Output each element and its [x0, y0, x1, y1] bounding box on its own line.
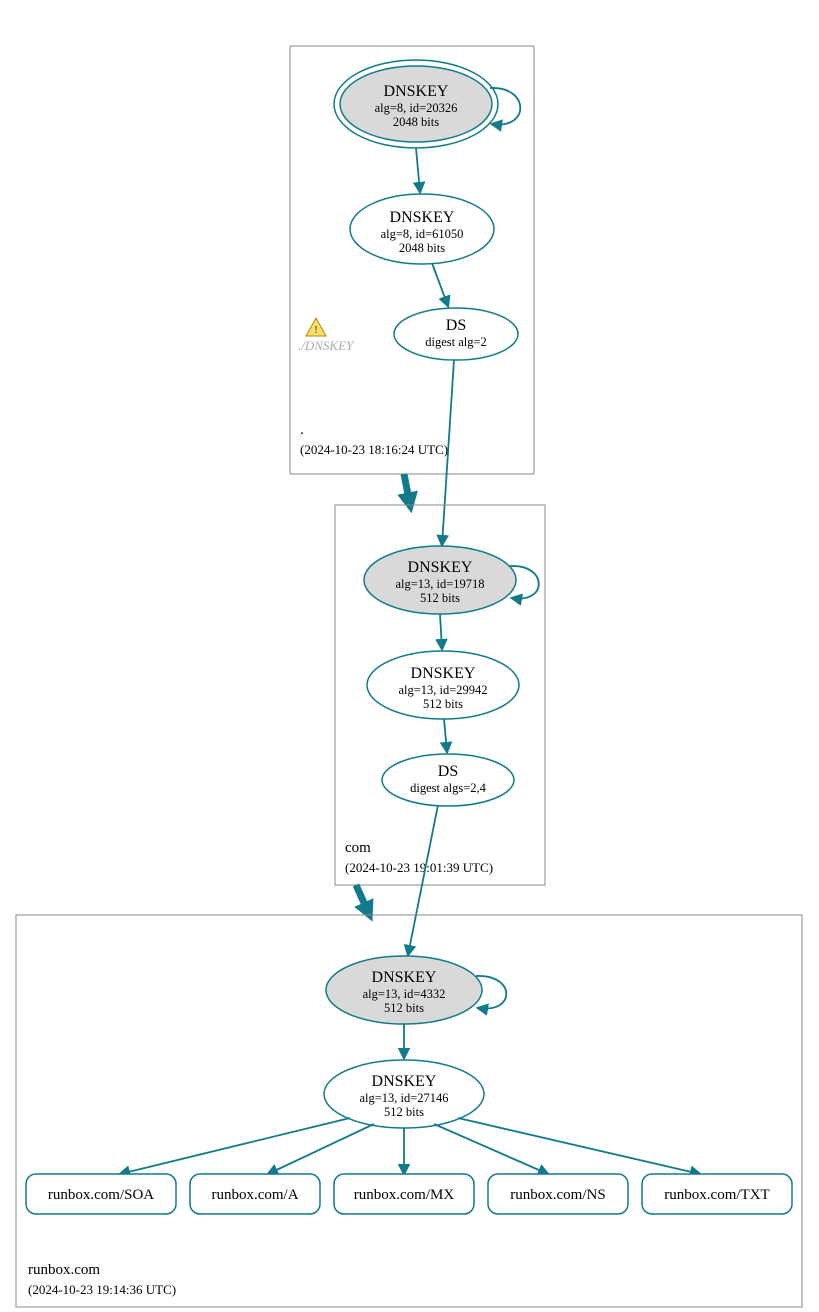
rrset-a: runbox.com/A	[190, 1174, 320, 1214]
edge-root-ksk-self	[490, 88, 520, 125]
node-runbox-ksk: DNSKEY alg=13, id=4332 512 bits	[326, 956, 482, 1024]
edge-zsk-a	[268, 1124, 374, 1174]
zone-runbox-timestamp: (2024-10-23 19:14:36 UTC)	[28, 1282, 176, 1297]
edge-com-ds-to-runbox-ksk	[408, 805, 438, 955]
svg-text:DS: DS	[446, 317, 466, 334]
svg-text:runbox.com/NS: runbox.com/NS	[510, 1187, 605, 1203]
node-root-ds: DS digest alg=2	[394, 308, 518, 360]
node-root-zsk: DNSKEY alg=8, id=61050 2048 bits	[350, 194, 494, 264]
svg-text:runbox.com/A: runbox.com/A	[211, 1187, 298, 1203]
edge-com-zsk-ds	[444, 719, 447, 752]
zone-com-name: com	[345, 840, 371, 856]
svg-text:DS: DS	[438, 763, 458, 780]
svg-text:alg=13, id=29942: alg=13, id=29942	[398, 683, 487, 697]
svg-text:alg=8, id=20326: alg=8, id=20326	[375, 101, 458, 115]
svg-text:2048 bits: 2048 bits	[399, 241, 445, 255]
svg-text:alg=8, id=61050: alg=8, id=61050	[381, 227, 464, 241]
svg-text:runbox.com/MX: runbox.com/MX	[354, 1187, 455, 1203]
svg-text:2048 bits: 2048 bits	[393, 115, 439, 129]
svg-text:512 bits: 512 bits	[423, 697, 463, 711]
svg-text:runbox.com/SOA: runbox.com/SOA	[48, 1187, 154, 1203]
node-com-zsk: DNSKEY alg=13, id=29942 512 bits	[367, 651, 519, 719]
svg-text:alg=13, id=27146: alg=13, id=27146	[359, 1091, 448, 1105]
svg-text:alg=13, id=4332: alg=13, id=4332	[363, 987, 446, 1001]
svg-text:DNSKEY: DNSKEY	[390, 209, 455, 226]
svg-text:512 bits: 512 bits	[384, 1001, 424, 1015]
edge-root-to-com-zone	[404, 474, 410, 505]
rrset-mx: runbox.com/MX	[334, 1174, 474, 1214]
svg-text:digest algs=2,4: digest algs=2,4	[410, 781, 487, 795]
node-com-ds: DS digest algs=2,4	[382, 754, 514, 806]
node-com-ksk: DNSKEY alg=13, id=19718 512 bits	[364, 546, 516, 614]
svg-text:digest alg=2: digest alg=2	[425, 335, 487, 349]
zone-runbox-name: runbox.com	[28, 1262, 100, 1278]
svg-text:DNSKEY: DNSKEY	[372, 969, 437, 986]
zone-com-timestamp: (2024-10-23 19:01:39 UTC)	[345, 860, 493, 875]
rrset-txt: runbox.com/TXT	[642, 1174, 792, 1214]
svg-text:DNSKEY: DNSKEY	[372, 1073, 437, 1090]
dnssec-diagram: . (2024-10-23 18:16:24 UTC) DNSKEY alg=8…	[0, 0, 819, 1312]
svg-text:alg=13, id=19718: alg=13, id=19718	[395, 577, 484, 591]
zone-root-timestamp: (2024-10-23 18:16:24 UTC)	[300, 442, 448, 457]
svg-text:DNSKEY: DNSKEY	[411, 665, 476, 682]
svg-text:./DNSKEY: ./DNSKEY	[298, 338, 355, 353]
svg-text:DNSKEY: DNSKEY	[408, 559, 473, 576]
edge-root-ksk-zsk	[416, 148, 420, 192]
node-root-ksk: DNSKEY alg=8, id=20326 2048 bits	[334, 60, 498, 148]
svg-text:runbox.com/TXT: runbox.com/TXT	[664, 1187, 769, 1203]
edge-root-zsk-ds	[432, 263, 448, 306]
edge-zsk-txt	[458, 1118, 700, 1174]
rrset-ns: runbox.com/NS	[488, 1174, 628, 1214]
rrset-soa: runbox.com/SOA	[26, 1174, 176, 1214]
edge-zsk-soa	[120, 1118, 350, 1174]
svg-text:DNSKEY: DNSKEY	[384, 83, 449, 100]
zone-root-name: .	[300, 422, 304, 438]
svg-text:512 bits: 512 bits	[420, 591, 460, 605]
edge-com-to-runbox-zone	[356, 885, 369, 914]
edge-zsk-ns	[434, 1124, 548, 1174]
svg-text:512 bits: 512 bits	[384, 1105, 424, 1119]
node-root-dnskey-warn: ! ./DNSKEY	[298, 318, 355, 353]
edge-com-ksk-zsk	[440, 614, 442, 649]
svg-text:!: !	[314, 324, 318, 336]
